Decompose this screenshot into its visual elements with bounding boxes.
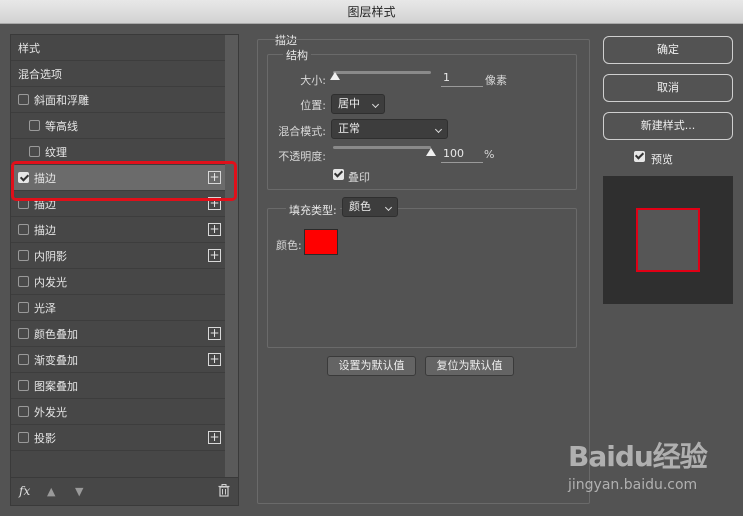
preview-label: 预览 (651, 153, 673, 166)
blend-mode-select[interactable]: 正常 (331, 119, 448, 139)
style-list-item[interactable]: 样式 (11, 35, 226, 61)
style-list-item-label: 内阴影 (34, 249, 67, 263)
style-list-item-label: 图案叠加 (34, 379, 78, 393)
position-label: 位置: (300, 99, 326, 112)
position-select-value: 居中 (338, 97, 360, 110)
style-checkbox[interactable] (18, 302, 29, 313)
style-list-item-label: 内发光 (34, 275, 67, 289)
style-checkbox[interactable] (18, 328, 29, 339)
overprint-label: 叠印 (348, 171, 370, 184)
style-list-item-label: 渐变叠加 (34, 353, 78, 367)
style-list-panel: 样式 混合选项 斜面和浮雕 等高线 纹理 描边 + 描边 + 描边 + 内阴影 + 内发光 光泽 颜色叠加 + 渐… (10, 34, 239, 506)
stroke-color-swatch[interactable] (304, 229, 338, 255)
style-list-item[interactable]: 渐变叠加 + (11, 347, 226, 373)
style-list-item[interactable]: 内阴影 + (11, 243, 226, 269)
style-checkbox[interactable] (18, 250, 29, 261)
preview-thumbnail (603, 176, 733, 304)
overprint-checkbox[interactable] (333, 169, 344, 180)
style-list-item-label: 纹理 (45, 145, 67, 159)
move-down-icon[interactable]: ▼ (75, 485, 83, 498)
style-list-item[interactable]: 光泽 (11, 295, 226, 321)
style-list-item[interactable]: 混合选项 (11, 61, 226, 87)
add-effect-icon[interactable]: + (208, 223, 221, 236)
style-list-item-label: 斜面和浮雕 (34, 93, 89, 107)
style-list-item-label: 颜色叠加 (34, 327, 78, 341)
fill-type-select-value: 颜色 (349, 200, 371, 213)
style-checkbox[interactable] (18, 406, 29, 417)
fill-type-label: 填充类型: (286, 202, 340, 218)
structure-title: 结构 (283, 47, 311, 63)
style-list-item-label: 光泽 (34, 301, 56, 315)
size-input[interactable]: 1 (441, 70, 483, 87)
ok-button[interactable]: 确定 (603, 36, 733, 64)
chevron-down-icon (434, 125, 443, 134)
style-list-item[interactable]: 投影 + (11, 425, 226, 451)
move-up-icon[interactable]: ▲ (47, 485, 55, 498)
style-list-item[interactable]: 外发光 (11, 399, 226, 425)
size-slider-thumb[interactable] (330, 72, 340, 80)
add-effect-icon[interactable]: + (208, 327, 221, 340)
watermark-url: jingyan.baidu.com (568, 477, 698, 493)
trash-icon[interactable] (218, 484, 230, 497)
style-list-item[interactable]: 斜面和浮雕 (11, 87, 226, 113)
preview-square (636, 208, 700, 272)
watermark-brand: Baidu经验 (568, 440, 708, 473)
opacity-slider[interactable] (333, 146, 431, 149)
opacity-label: 不透明度: (278, 150, 326, 163)
window-title: 图层样式 (0, 0, 743, 24)
add-effect-icon[interactable]: + (208, 353, 221, 366)
style-list-item-label: 描边 (34, 223, 56, 237)
watermark: Baidu经验 jingyan.baidu.com (568, 435, 708, 493)
style-checkbox[interactable] (18, 354, 29, 365)
size-slider[interactable] (333, 71, 431, 74)
preview-checkbox[interactable] (634, 151, 645, 162)
style-checkbox[interactable] (29, 146, 40, 157)
style-list-item[interactable]: 描边 + (11, 217, 226, 243)
opacity-slider-thumb[interactable] (426, 148, 436, 156)
style-checkbox[interactable] (18, 276, 29, 287)
chevron-down-icon (371, 100, 380, 109)
opacity-unit: % (484, 148, 495, 161)
style-list-item-label: 样式 (18, 41, 40, 55)
style-checkbox[interactable] (18, 94, 29, 105)
make-default-button[interactable]: 设置为默认值 (327, 356, 416, 376)
style-checkbox[interactable] (18, 380, 29, 391)
style-list-item[interactable]: 内发光 (11, 269, 226, 295)
style-list-scrollbar[interactable] (225, 35, 238, 477)
fx-button[interactable]: fx (19, 484, 30, 498)
style-list-item-label: 投影 (34, 431, 56, 445)
size-unit: 像素 (485, 74, 507, 87)
add-effect-icon[interactable]: + (208, 431, 221, 444)
add-effect-icon[interactable]: + (208, 249, 221, 262)
style-list-item[interactable]: 颜色叠加 + (11, 321, 226, 347)
style-list-item[interactable]: 等高线 (11, 113, 226, 139)
style-list-item-label: 外发光 (34, 405, 67, 419)
style-list-item-label: 混合选项 (18, 67, 62, 81)
style-checkbox[interactable] (29, 120, 40, 131)
new-style-button[interactable]: 新建样式... (603, 112, 733, 140)
style-list: 样式 混合选项 斜面和浮雕 等高线 纹理 描边 + 描边 + 描边 + 内阴影 + 内发光 光泽 颜色叠加 + 渐… (11, 35, 226, 477)
blend-mode-select-value: 正常 (338, 122, 360, 135)
cancel-button[interactable]: 取消 (603, 74, 733, 102)
style-list-item-label: 等高线 (45, 119, 78, 133)
style-list-footer: fx ▲ ▼ (11, 477, 238, 505)
chevron-down-icon (384, 203, 393, 212)
style-checkbox[interactable] (18, 432, 29, 443)
fill-type-select[interactable]: 颜色 (342, 197, 398, 217)
blend-mode-label: 混合模式: (278, 125, 326, 138)
selection-highlight-annotation (11, 161, 237, 201)
color-label: 颜色: (276, 239, 302, 252)
size-label: 大小: (300, 74, 326, 87)
opacity-input[interactable]: 100 (441, 146, 483, 163)
position-select[interactable]: 居中 (331, 94, 385, 114)
style-list-item[interactable]: 图案叠加 (11, 373, 226, 399)
reset-default-button[interactable]: 复位为默认值 (425, 356, 514, 376)
style-checkbox[interactable] (18, 224, 29, 235)
